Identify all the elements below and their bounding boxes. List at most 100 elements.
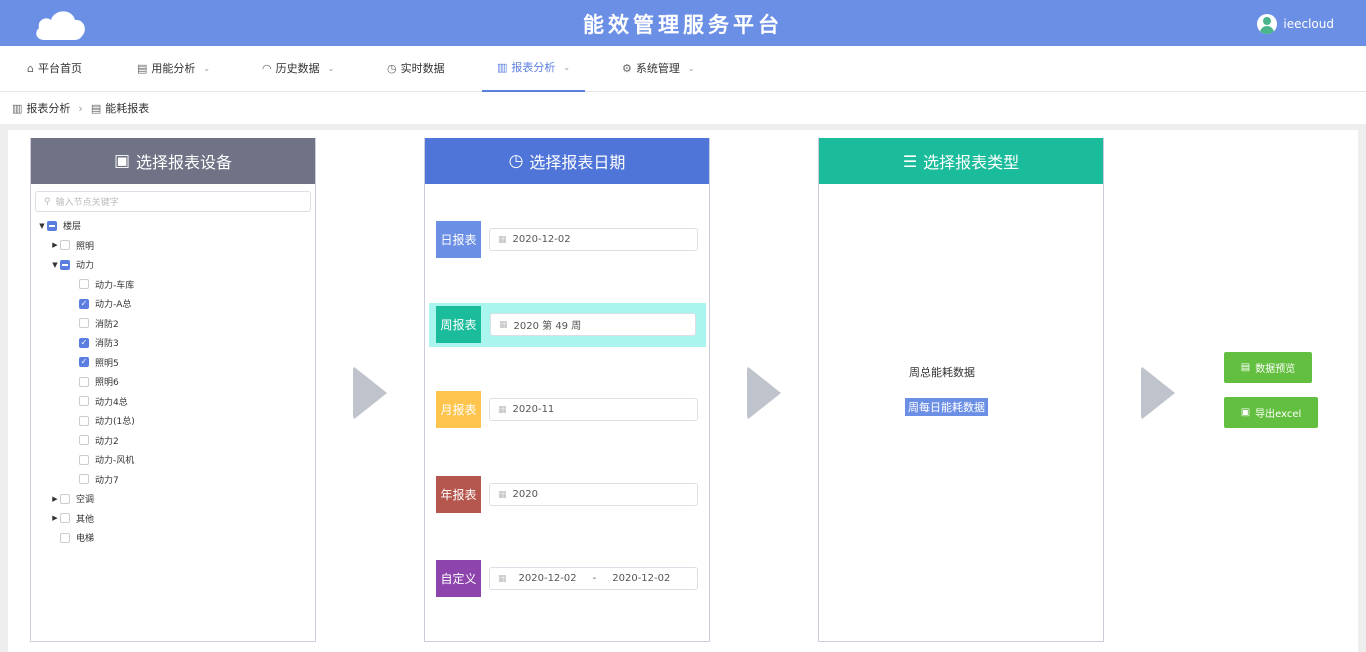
caret-right-icon[interactable]: ▶ — [50, 514, 60, 522]
checkbox[interactable] — [60, 240, 70, 251]
tree-search-input[interactable]: ⚲ 输入节点关键字 — [35, 191, 311, 212]
type-option-weekly-total[interactable]: 周总能耗数据 — [906, 363, 978, 381]
nav-item-energy-analysis[interactable]: ▤ 用能分析 ⌄ — [137, 46, 210, 92]
date-value: 2020 — [512, 489, 538, 500]
tree-node[interactable]: 动力(1总) — [31, 411, 315, 431]
type-panel-title: 选择报表类型 — [923, 153, 1020, 172]
tree-node[interactable]: 动力2 — [31, 431, 315, 451]
excel-icon: ▣ — [1240, 407, 1251, 418]
daily-report-row: 日报表 ▦ 2020-12-02 — [425, 218, 709, 262]
nav-item-home[interactable]: ⌂ 平台首页 — [27, 46, 82, 92]
nav-item-realtime[interactable]: ◷ 实时数据 — [387, 46, 445, 92]
date-value: 2020-11 — [512, 404, 555, 415]
tree-node-label: 电梯 — [76, 534, 95, 545]
date-panel-header: ◷ 选择报表日期 — [425, 138, 709, 184]
caret-right-icon[interactable]: ▶ — [50, 495, 60, 503]
checkbox[interactable] — [60, 493, 70, 504]
checkbox[interactable] — [79, 474, 89, 485]
custom-report-tag[interactable]: 自定义 — [436, 560, 481, 597]
checkbox[interactable]: ✓ — [79, 357, 89, 368]
checkbox[interactable] — [60, 532, 70, 543]
tree-node-label: 其他 — [76, 514, 95, 525]
tree-node[interactable]: ▶ 照明 — [31, 236, 315, 256]
tree-node[interactable]: 照明6 — [31, 372, 315, 392]
tree-node-label: 消防2 — [95, 319, 119, 330]
tree-node[interactable]: 电梯 — [31, 528, 315, 548]
tree-node-label: 照明5 — [95, 358, 119, 369]
tree-node-label: 动力 — [76, 261, 95, 272]
range-separator: - — [592, 573, 597, 584]
tree-node[interactable]: ✓ 动力-A总 — [31, 294, 315, 314]
daily-report-tag[interactable]: 日报表 — [436, 221, 481, 258]
yearly-report-row: 年报表 ▦ 2020 — [425, 473, 709, 517]
checkbox[interactable] — [79, 454, 89, 465]
monthly-date-input[interactable]: ▦ 2020-11 — [489, 398, 698, 421]
nav-label: 系统管理 — [635, 62, 680, 75]
weekly-date-input[interactable]: ▦ 2020 第 49 周 — [490, 313, 696, 336]
tree-node[interactable]: 动力7 — [31, 470, 315, 490]
monthly-report-row: 月报表 ▦ 2020-11 — [425, 388, 709, 432]
tree-node[interactable]: ▼ 楼层 — [31, 216, 315, 236]
device-panel-title: 选择报表设备 — [136, 153, 233, 172]
app-header: 能效管理服务平台 ieecloud — [0, 0, 1366, 46]
tree-node[interactable]: ✓ 照明5 — [31, 353, 315, 373]
nav-item-reports[interactable]: ▥ 报表分析 ⌄ — [482, 46, 585, 92]
monthly-report-tag[interactable]: 月报表 — [436, 391, 481, 428]
checkbox[interactable] — [79, 318, 89, 329]
checkbox[interactable] — [60, 259, 70, 270]
bar-chart-icon: ▥ — [12, 101, 23, 115]
tree-node[interactable]: 动力-风机 — [31, 450, 315, 470]
checkbox[interactable] — [47, 220, 57, 231]
checkbox[interactable] — [79, 376, 89, 387]
checkbox[interactable] — [79, 279, 89, 290]
export-excel-button[interactable]: ▣ 导出excel — [1224, 397, 1318, 428]
clock-icon: ◷ — [508, 151, 524, 171]
step-arrow-icon — [747, 366, 781, 420]
daily-date-input[interactable]: ▦ 2020-12-02 — [489, 228, 698, 251]
tree-node[interactable]: 动力4总 — [31, 392, 315, 412]
clock-icon: ◷ — [387, 62, 397, 75]
nav-item-history[interactable]: ◠ 历史数据 ⌄ — [262, 46, 334, 92]
checkbox[interactable] — [79, 435, 89, 446]
data-preview-button[interactable]: ▤ 数据预览 — [1224, 352, 1312, 383]
tree-node[interactable]: 动力-车库 — [31, 275, 315, 295]
tree-node[interactable]: ▶ 其他 — [31, 509, 315, 529]
tree-node-label: 照明 — [76, 241, 95, 252]
bar-chart-icon: ▥ — [496, 61, 508, 74]
checkbox[interactable]: ✓ — [79, 298, 89, 309]
calendar-icon: ▦ — [498, 573, 507, 584]
device-panel-header: ▣ 选择报表设备 — [31, 138, 315, 184]
nav-item-system[interactable]: ⚙ 系统管理 ⌄ — [622, 46, 695, 92]
yearly-date-input[interactable]: ▦ 2020 — [489, 483, 698, 506]
tree-node[interactable]: ▼ 动力 — [31, 255, 315, 275]
custom-date-range-input[interactable]: ▦ 2020-12-02 - 2020-12-02 — [489, 567, 698, 590]
checkbox[interactable]: ✓ — [79, 337, 89, 348]
yearly-report-tag[interactable]: 年报表 — [436, 476, 481, 513]
calendar-icon: ▦ — [498, 234, 507, 245]
checkbox[interactable] — [79, 415, 89, 426]
custom-report-row: 自定义 ▦ 2020-12-02 - 2020-12-02 — [425, 557, 709, 601]
caret-right-icon[interactable]: ▶ — [50, 241, 60, 249]
caret-down-icon[interactable]: ▼ — [50, 261, 60, 269]
type-option-weekly-daily[interactable]: 周每日能耗数据 — [905, 398, 988, 416]
type-panel-header: ☰ 选择报表类型 — [819, 138, 1103, 184]
weekly-report-tag[interactable]: 周报表 — [436, 306, 481, 343]
nav-label: 用能分析 — [151, 62, 196, 75]
tree-node-label: 动力-风机 — [95, 456, 135, 467]
date-panel: ◷ 选择报表日期 日报表 ▦ 2020-12-02 周报表 ▦ 2020 第 49 … — [424, 138, 710, 642]
tree-node[interactable]: ▶ 空调 — [31, 489, 315, 509]
device-panel: ▣ 选择报表设备 ⚲ 输入节点关键字 ▼ 楼层 ▶ 照明 ▼ 动力 动力-车库 ✓ 动力… — [30, 138, 316, 642]
tree-node-label: 动力7 — [95, 475, 119, 486]
nav-label: 报表分析 — [511, 61, 556, 74]
caret-down-icon[interactable]: ▼ — [37, 222, 47, 230]
tree-node[interactable]: ✓ 消防3 — [31, 333, 315, 353]
checkbox[interactable] — [60, 513, 70, 524]
avatar-icon — [1257, 14, 1278, 34]
checkbox[interactable] — [79, 396, 89, 407]
user-menu[interactable]: ieecloud — [1257, 14, 1334, 34]
gear-icon: ⚙ — [622, 62, 632, 75]
chevron-down-icon: ⌄ — [563, 63, 571, 72]
breadcrumb-item-reports[interactable]: 报表分析 — [26, 100, 70, 116]
tree-node-label: 空调 — [76, 495, 95, 506]
tree-node[interactable]: 消防2 — [31, 314, 315, 334]
